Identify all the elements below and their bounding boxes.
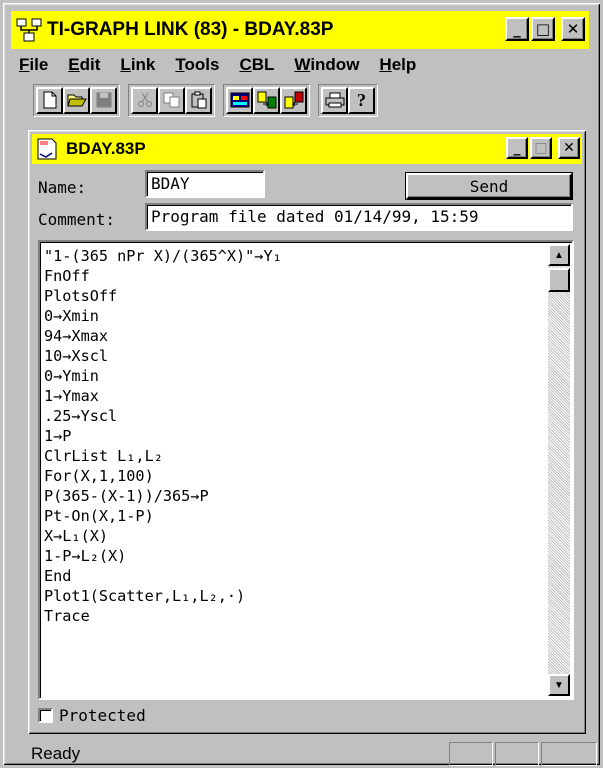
menu-cbl[interactable]: CBL — [239, 55, 274, 75]
receive-from-calculator-icon[interactable] — [280, 86, 307, 114]
program-code-editor[interactable]: "1-(365 nPr X)/(365^X)"→Y₁ FnOff PlotsOf… — [38, 240, 574, 700]
app-title-bar[interactable]: TI-GRAPH LINK (83) - BDAY.83P _ □ ✕ — [11, 11, 589, 49]
name-label: Name: — [38, 178, 87, 197]
child-title-bar[interactable]: BDAY.83P _ □ ✕ — [32, 134, 582, 164]
print-icon[interactable] — [321, 86, 348, 114]
vertical-scrollbar[interactable]: ▲ ▼ — [548, 244, 570, 696]
close-icon[interactable]: ✕ — [558, 137, 580, 159]
send-to-calculator-icon[interactable] — [253, 86, 280, 114]
name-field[interactable]: BDAY — [145, 170, 265, 198]
menu-tools[interactable]: Tools — [175, 55, 219, 75]
code-line: "1-(365 nPr X)/(365^X)"→Y₁ — [44, 247, 282, 265]
protected-option[interactable]: Protected — [38, 706, 146, 725]
code-line: 10→Xscl — [44, 347, 109, 365]
protected-checkbox[interactable] — [38, 708, 53, 723]
cut-icon[interactable] — [131, 86, 158, 114]
maximize-icon[interactable]: □ — [530, 137, 552, 159]
maximize-icon[interactable]: □ — [531, 17, 555, 41]
status-bar: Ready — [11, 741, 597, 767]
close-icon[interactable]: ✕ — [561, 17, 585, 41]
app-window: TI-GRAPH LINK (83) - BDAY.83P _ □ ✕ File… — [0, 0, 603, 768]
help-icon[interactable]: ? — [348, 86, 375, 114]
minimize-icon[interactable]: _ — [506, 137, 528, 159]
code-line: ClrList L₁,L₂ — [44, 447, 163, 465]
comment-field[interactable]: Program file dated 01/14/99, 15:59 — [145, 203, 573, 231]
code-line: Trace — [44, 607, 90, 625]
comment-label: Comment: — [38, 210, 116, 229]
child-caption-buttons: _ □ ✕ — [506, 137, 580, 159]
status-text: Ready — [31, 744, 81, 763]
status-pane — [541, 742, 597, 766]
code-line: 1-P→L₂(X) — [44, 547, 127, 565]
scroll-thumb[interactable] — [548, 268, 570, 292]
code-line: P(365-(X-1))/365→P — [44, 487, 209, 505]
minimize-icon[interactable]: _ — [505, 17, 529, 41]
menu-help[interactable]: Help — [379, 55, 416, 75]
code-line: PlotsOff — [44, 287, 118, 305]
menu-file[interactable]: File — [19, 55, 48, 75]
protected-label: Protected — [59, 706, 146, 725]
open-folder-icon[interactable] — [63, 86, 90, 114]
code-line: Plot1(Scatter,L₁,L₂,·) — [44, 587, 246, 605]
code-line: FnOff — [44, 267, 90, 285]
code-line: End — [44, 567, 72, 585]
network-link-icon[interactable] — [15, 17, 43, 43]
paste-icon[interactable] — [185, 86, 212, 114]
toolbar: ? — [11, 83, 589, 117]
menu-edit[interactable]: Edit — [68, 55, 100, 75]
code-line: Pt-On(X,1-P) — [44, 507, 154, 525]
code-line: 94→Xmax — [44, 327, 109, 345]
code-lines: "1-(365 nPr X)/(365^X)"→Y₁ FnOff PlotsOf… — [44, 246, 282, 626]
app-title: TI-GRAPH LINK (83) - BDAY.83P — [47, 19, 334, 40]
save-icon[interactable] — [90, 86, 117, 114]
code-line: 0→Ymin — [44, 367, 99, 385]
code-line: 1→P — [44, 427, 72, 445]
toolbar-group-edit — [128, 83, 215, 117]
menu-window[interactable]: Window — [294, 55, 359, 75]
code-line: X→L₁(X) — [44, 527, 109, 545]
toolbar-group-file — [33, 83, 120, 117]
scroll-down-icon[interactable]: ▼ — [548, 674, 570, 696]
code-line: For(X,1,100) — [44, 467, 154, 485]
calculator-screen-icon[interactable] — [226, 86, 253, 114]
code-line: 1→Ymax — [44, 387, 99, 405]
menu-bar: File Edit Link Tools CBL Window Help — [11, 51, 589, 79]
program-editor-window: BDAY.83P _ □ ✕ Name: BDAY Send Comment: … — [25, 127, 589, 737]
code-line: 0→Xmin — [44, 307, 99, 325]
program-file-icon[interactable] — [36, 137, 62, 161]
scroll-up-icon[interactable]: ▲ — [548, 244, 570, 266]
toolbar-group-link — [223, 83, 310, 117]
copy-icon[interactable] — [158, 86, 185, 114]
send-button[interactable]: Send — [406, 173, 572, 199]
new-file-icon[interactable] — [36, 86, 63, 114]
status-pane — [495, 742, 539, 766]
toolbar-group-misc: ? — [318, 83, 378, 117]
app-caption-buttons: _ □ ✕ — [505, 17, 585, 41]
child-title: BDAY.83P — [66, 139, 146, 158]
code-line: .25→Yscl — [44, 407, 118, 425]
status-pane — [449, 742, 493, 766]
menu-link[interactable]: Link — [120, 55, 155, 75]
